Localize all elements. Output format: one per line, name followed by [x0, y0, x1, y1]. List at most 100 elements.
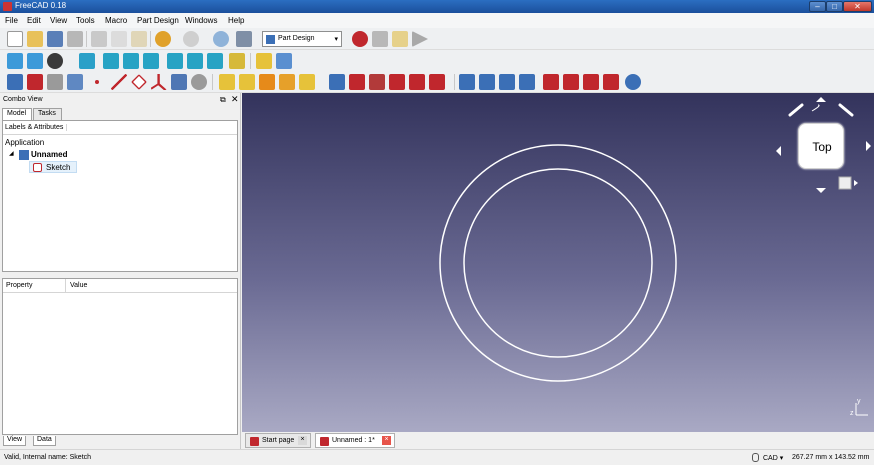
undo-icon[interactable] [155, 31, 171, 47]
chamfer-icon[interactable] [563, 74, 579, 90]
close-tab-icon[interactable]: × [298, 436, 307, 445]
navigation-style-selector[interactable]: CAD ▾ [763, 454, 783, 462]
validate-sketch-icon[interactable] [47, 74, 63, 90]
close-window-button[interactable]: ✕ [843, 1, 872, 12]
tab-tasks[interactable]: Tasks [33, 108, 62, 120]
open-icon[interactable] [27, 31, 43, 47]
print-icon[interactable] [67, 31, 83, 47]
right-icon[interactable] [143, 53, 159, 69]
whats-this-icon[interactable] [236, 31, 252, 47]
edit-macro-icon[interactable] [392, 31, 408, 47]
rear-icon[interactable] [167, 53, 183, 69]
copy-icon[interactable] [111, 31, 127, 47]
additive-primitive-icon[interactable] [299, 74, 315, 90]
stop-macro-icon[interactable] [372, 31, 388, 47]
property-column-header: Property [6, 282, 33, 289]
mirrored-icon[interactable] [459, 74, 475, 90]
tree-item-sketch[interactable]: Sketch [29, 161, 77, 173]
close-tab-icon[interactable]: × [382, 436, 391, 445]
maximize-button[interactable]: □ [826, 1, 843, 12]
tab-unnamed[interactable]: Unnamed : 1* × [315, 433, 395, 448]
sprocket-icon[interactable] [191, 74, 207, 90]
refresh-icon[interactable] [213, 31, 229, 47]
create-sketch-icon[interactable] [27, 74, 43, 90]
boolean-icon[interactable] [625, 74, 641, 90]
nav-arrow-up-icon[interactable] [816, 97, 826, 102]
linear-pattern-icon[interactable] [479, 74, 495, 90]
tab-data[interactable]: Data [33, 436, 56, 446]
sketch-outer-circle[interactable] [439, 144, 677, 382]
navigation-cube[interactable]: Top [798, 123, 844, 169]
draw-style-icon[interactable] [47, 53, 63, 69]
subtractive-primitive-icon[interactable] [429, 74, 445, 90]
float-icon[interactable]: ⧉ [220, 95, 226, 105]
clone-icon[interactable] [171, 74, 187, 90]
bottom-icon[interactable] [187, 53, 203, 69]
menu-view[interactable]: View [50, 16, 67, 25]
minimize-button[interactable]: – [809, 1, 826, 12]
revolution-icon[interactable] [239, 74, 255, 90]
nav-arrow-right-icon[interactable] [866, 141, 871, 151]
menu-tools[interactable]: Tools [76, 16, 95, 25]
groove-icon[interactable] [369, 74, 385, 90]
body-icon[interactable] [7, 74, 23, 90]
local-cs-icon[interactable] [151, 74, 167, 90]
rotate-left-icon[interactable] [788, 103, 804, 117]
top-icon[interactable] [123, 53, 139, 69]
fit-all-icon[interactable] [7, 53, 23, 69]
3d-viewport[interactable]: Top y z [242, 93, 874, 432]
paste-icon[interactable] [131, 31, 147, 47]
multi-transform-icon[interactable] [519, 74, 535, 90]
menu-file[interactable]: File [5, 16, 18, 25]
measure-icon[interactable] [229, 53, 245, 69]
shape-binder-icon[interactable] [67, 74, 83, 90]
tab-start-page[interactable]: Start page × [245, 433, 311, 448]
navcube-face-top[interactable]: Top [799, 124, 845, 170]
close-icon[interactable]: ✕ [231, 94, 239, 105]
subtractive-loft-icon[interactable] [389, 74, 405, 90]
part-icon[interactable] [256, 53, 272, 69]
fillet-icon[interactable] [543, 74, 559, 90]
menu-windows[interactable]: Windows [185, 16, 217, 25]
menu-macro[interactable]: Macro [105, 16, 127, 25]
subtractive-pipe-icon[interactable] [409, 74, 425, 90]
expand-icon[interactable]: ◢ [9, 150, 14, 157]
additive-loft-icon[interactable] [259, 74, 275, 90]
menu-help[interactable]: Help [228, 16, 244, 25]
tab-view[interactable]: View [3, 436, 27, 446]
cut-icon[interactable] [91, 31, 107, 47]
additive-pipe-icon[interactable] [279, 74, 295, 90]
group-icon[interactable] [276, 53, 292, 69]
save-icon[interactable] [47, 31, 63, 47]
thickness-icon[interactable] [603, 74, 619, 90]
sketch-inner-circle[interactable] [463, 168, 653, 358]
polar-pattern-icon[interactable] [499, 74, 515, 90]
run-macro-icon[interactable] [412, 31, 428, 47]
tab-model[interactable]: Model [2, 108, 32, 120]
draft-icon[interactable] [583, 74, 599, 90]
new-icon[interactable] [7, 31, 23, 47]
datum-line-icon[interactable] [111, 74, 127, 90]
tree-document-unnamed[interactable]: Unnamed [31, 150, 67, 159]
view-menu-cube-icon[interactable] [838, 176, 852, 190]
menu-part-design[interactable]: Part Design [137, 16, 179, 25]
workbench-selector[interactable]: Part Design ▾ [262, 31, 342, 47]
property-editor[interactable]: Property Value [2, 278, 238, 435]
fit-selection-icon[interactable] [27, 53, 43, 69]
isometric-icon[interactable] [79, 53, 95, 69]
front-icon[interactable] [103, 53, 119, 69]
pocket-icon[interactable] [329, 74, 345, 90]
datum-point-icon[interactable] [95, 80, 99, 84]
redo-icon[interactable] [183, 31, 199, 47]
datum-plane-icon[interactable] [131, 74, 147, 90]
hole-icon[interactable] [349, 74, 365, 90]
left-icon[interactable] [207, 53, 223, 69]
rotate-right-icon[interactable] [838, 103, 854, 117]
nav-arrow-left-icon[interactable] [776, 146, 781, 156]
model-tree[interactable]: Labels & Attributes Application ◢ Unname… [2, 120, 238, 272]
menu-edit[interactable]: Edit [27, 16, 41, 25]
pad-icon[interactable] [219, 74, 235, 90]
nav-arrow-down-icon[interactable] [816, 188, 826, 193]
mouse-icon [752, 453, 759, 462]
record-macro-icon[interactable] [352, 31, 368, 47]
